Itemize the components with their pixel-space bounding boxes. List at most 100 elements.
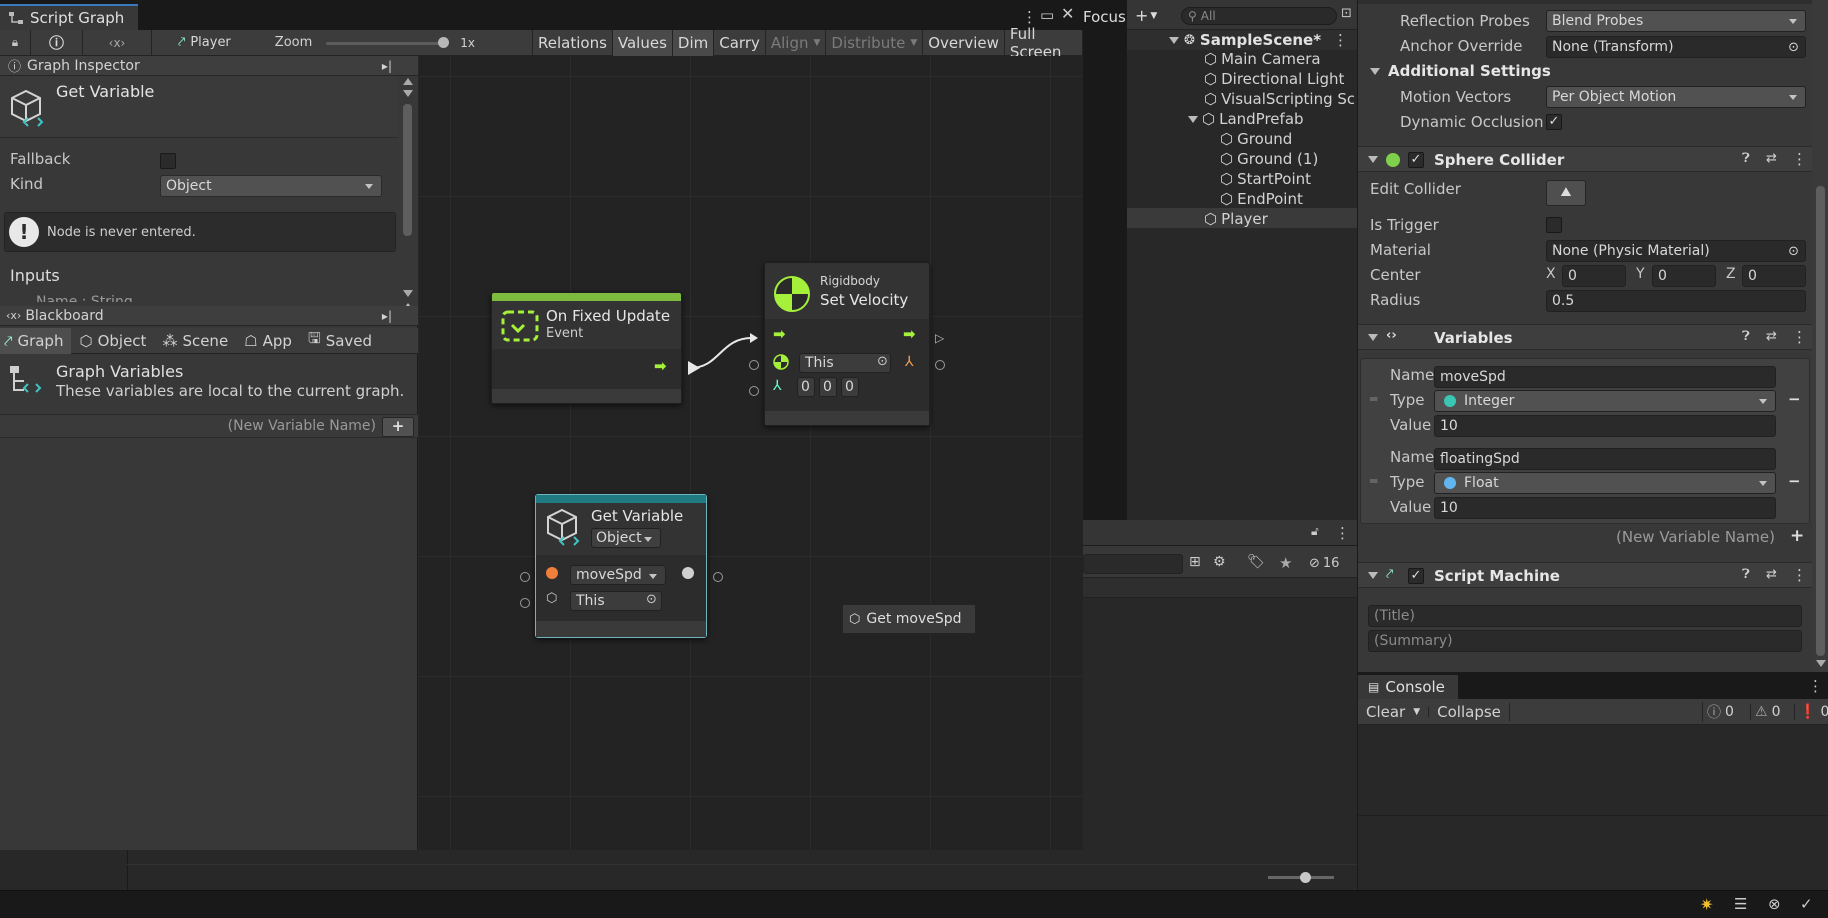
tab-script-graph[interactable]: Script Graph [0, 4, 138, 30]
hierarchy-item-ground-1[interactable]: ⬡ Ground (1) [1220, 150, 1318, 168]
flow-output-arrow[interactable]: ➡ [654, 357, 667, 375]
tab-app[interactable]: ☖ App [236, 328, 300, 354]
get-variable-node[interactable]: Get Variable Object moveSpd ⬡ This ⊙ [535, 494, 707, 638]
lighting-icon[interactable]: ✷ [1700, 895, 1713, 914]
var2-type-dropdown[interactable]: Float [1434, 472, 1776, 494]
graph-canvas[interactable] [419, 56, 1083, 850]
lock-icon[interactable]: 🔒︎ [0, 35, 30, 50]
object-picker-icon[interactable]: ⊙ [877, 354, 888, 369]
scene-zoom-slider-thumb[interactable] [1300, 872, 1311, 883]
velocity-input-port[interactable] [749, 386, 759, 396]
info-icon[interactable]: ⓘ [30, 29, 82, 56]
value-output-port[interactable] [713, 572, 723, 582]
relations-button[interactable]: Relations [532, 30, 613, 56]
remove-variable-button[interactable]: − [1788, 472, 1801, 490]
is-trigger-checkbox[interactable] [1546, 217, 1562, 233]
kind-dropdown[interactable]: Object [160, 175, 382, 197]
values-button[interactable]: Values [612, 30, 673, 56]
drag-handle-icon[interactable]: ═ [1370, 474, 1377, 488]
scene-filter-icon[interactable]: ⊡ [1341, 6, 1352, 21]
script-title-input[interactable]: (Title) [1368, 605, 1802, 627]
clear-button[interactable]: Clear [1358, 703, 1413, 721]
collapse-arrow-icon[interactable] [1368, 572, 1378, 579]
flow-output-port[interactable]: ▷ [935, 331, 944, 345]
velocity-y-field[interactable]: 0 [819, 377, 837, 397]
object-picker-icon[interactable]: ⊙ [646, 592, 657, 607]
var2-value-field[interactable]: 10 [1434, 497, 1776, 519]
new-variable-input[interactable]: (New Variable Name) [1616, 528, 1775, 546]
velocity-z-field[interactable]: 0 [841, 377, 859, 397]
hierarchy-search-input[interactable]: ⚲ All [1181, 7, 1337, 25]
presets-icon[interactable]: ⇄ [1766, 151, 1777, 166]
kebab-menu-icon[interactable]: ⋮ [1792, 150, 1807, 168]
tab-object[interactable]: ⬡ Object [71, 328, 154, 354]
center-x-field[interactable]: 0 [1562, 265, 1626, 287]
collapse-arrow-icon[interactable] [1368, 156, 1378, 163]
add-variable-button[interactable]: + [382, 417, 414, 437]
distribute-button[interactable]: Distribute ▼ [826, 30, 924, 56]
presets-icon[interactable]: ⇄ [1766, 329, 1777, 344]
blackboard-toggle-icon[interactable]: ‹x› [82, 29, 152, 56]
new-variable-input[interactable]: (New Variable Name) [228, 418, 376, 434]
set-velocity-node[interactable]: Rigidbody Set Velocity ➡ ➡ This ⊙ ⅄ ⅄ 0 … [764, 262, 930, 426]
name-input-port[interactable] [520, 572, 530, 582]
fallback-checkbox[interactable] [160, 153, 176, 169]
sphere-collider-enabled-checkbox[interactable]: ✓ [1408, 152, 1424, 168]
hierarchy-item-directional-light[interactable]: ⬡ Directional Light [1204, 70, 1344, 88]
collapse-arrow-icon[interactable] [1368, 334, 1378, 341]
var1-value-field[interactable]: 10 [1434, 415, 1776, 437]
dock-icon[interactable]: ▸| [382, 59, 392, 73]
kebab-menu-icon[interactable]: ⋮ [1022, 8, 1037, 26]
hierarchy-item-ground[interactable]: ⬡ Ground [1220, 130, 1292, 148]
hierarchy-item-visualscripting[interactable]: ⬡ VisualScripting Sc [1204, 90, 1354, 108]
velocity-x-field[interactable]: 0 [797, 377, 815, 397]
var2-name-field[interactable]: floatingSpd [1434, 448, 1776, 470]
search-by-label-icon[interactable]: ⚙ [1213, 554, 1226, 570]
on-fixed-update-node[interactable]: On Fixed Update Event ➡ [491, 292, 682, 404]
inspector-scrollbar[interactable] [1812, 0, 1828, 672]
kebab-menu-icon[interactable]: ⋮ [1333, 31, 1348, 49]
additional-settings-foldout[interactable]: Additional Settings [1370, 62, 1551, 80]
kind-dropdown[interactable]: Object [591, 528, 661, 548]
script-summary-input[interactable]: (Summary) [1368, 630, 1802, 652]
target-input-port[interactable] [520, 598, 530, 608]
script-machine-header[interactable]: ⤤ ✓ Script Machine ❓︎ ⇄ ⋮ [1358, 562, 1828, 588]
tab-saved[interactable]: 🖫 Saved [300, 328, 380, 354]
motion-vectors-dropdown[interactable]: Per Object Motion [1546, 86, 1806, 108]
help-icon[interactable]: ❓︎ [1742, 329, 1750, 344]
tab-graph[interactable]: ⤤ Graph [0, 327, 72, 354]
help-icon[interactable]: ❓︎ [1742, 567, 1750, 582]
radius-field[interactable]: 0.5 [1546, 290, 1806, 312]
var1-type-dropdown[interactable]: Integer [1434, 390, 1776, 412]
expand-arrow-icon[interactable] [1169, 36, 1179, 44]
scene-row[interactable]: ❂ SampleScene* ⋮ [1127, 30, 1358, 50]
inspector-scrollbar[interactable] [398, 76, 418, 306]
kebab-menu-icon[interactable]: ⋮ [1792, 328, 1807, 346]
search-by-type-icon[interactable]: ⊞ [1189, 554, 1201, 570]
zoom-slider[interactable] [326, 36, 450, 50]
script-machine-enabled-checkbox[interactable]: ✓ [1408, 568, 1424, 584]
close-icon[interactable]: ✕ [1061, 4, 1074, 23]
dim-button[interactable]: Dim [672, 30, 715, 56]
info-filter-button[interactable]: ⓘ 0 [1702, 701, 1738, 722]
hierarchy-item-player[interactable]: ⬡ Player [1204, 210, 1268, 228]
center-y-field[interactable]: 0 [1652, 265, 1716, 287]
collapse-button[interactable]: Collapse [1429, 702, 1510, 721]
presets-icon[interactable]: ⇄ [1766, 567, 1777, 582]
hierarchy-item-landprefab[interactable]: ⬡ LandPrefab [1188, 110, 1304, 128]
hierarchy-item-endpoint[interactable]: ⬡ EndPoint [1220, 190, 1303, 208]
kebab-menu-icon[interactable]: ⋮ [1808, 677, 1823, 695]
kebab-menu-icon[interactable]: ⋮ [1792, 566, 1807, 584]
hierarchy-item-startpoint[interactable]: ⬡ StartPoint [1220, 170, 1311, 188]
favorite-star-icon[interactable]: ★ [1279, 554, 1292, 572]
material-field[interactable]: None (Physic Material) ⊙ [1546, 240, 1806, 262]
inspector-scrollbar-thumb[interactable] [403, 104, 412, 236]
get-movespd-node[interactable]: ⬡ Get moveSpd [842, 604, 976, 634]
target-input-port[interactable] [749, 360, 759, 370]
flow-output-arrow[interactable]: ➡ [903, 325, 916, 343]
help-icon[interactable]: ❓︎ [1742, 151, 1750, 166]
network-off-icon[interactable]: ⊗ [1768, 895, 1781, 913]
target-output-port[interactable] [935, 360, 945, 370]
tag-icon[interactable]: 🏷︎ [1247, 554, 1265, 570]
var1-name-field[interactable]: moveSpd [1434, 366, 1776, 388]
